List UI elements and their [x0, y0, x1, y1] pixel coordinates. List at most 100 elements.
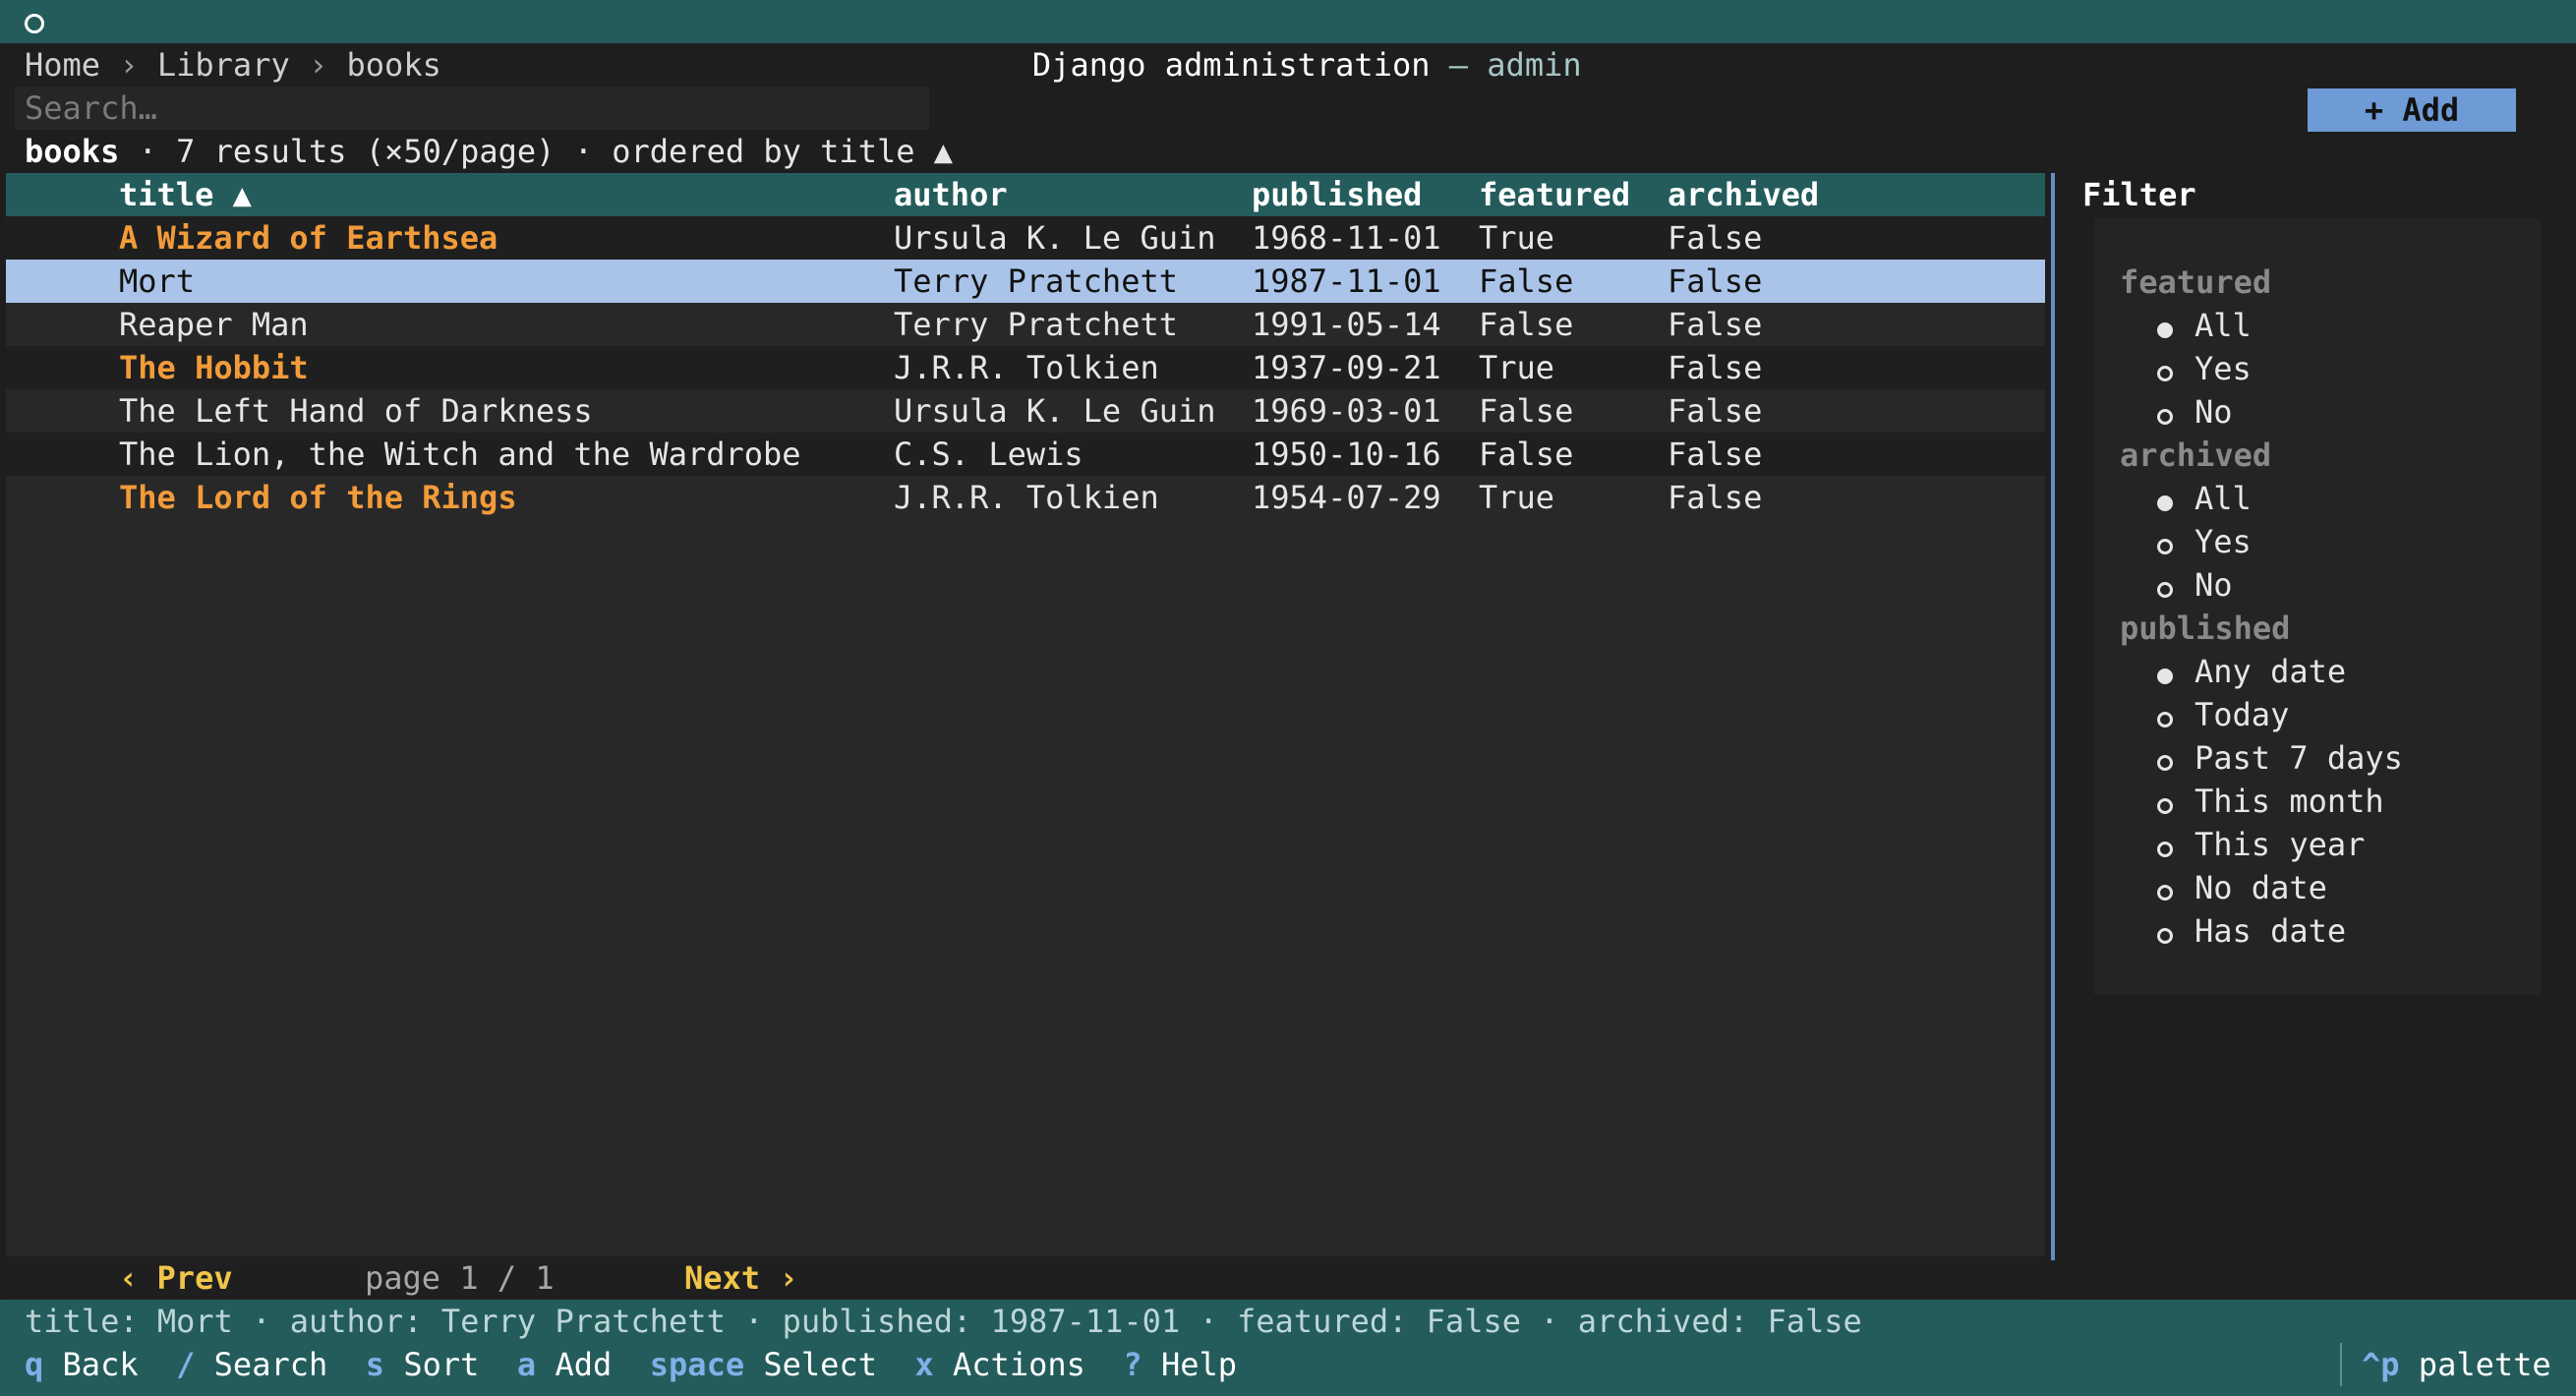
filter-option-archived-yes[interactable]: Yes — [2157, 520, 2252, 563]
results-summary: books · 7 results (×50/page) · ordered b… — [25, 130, 2576, 173]
filter-option-this-year[interactable]: This year — [2157, 823, 2365, 866]
filter-option-this-month[interactable]: This month — [2157, 780, 2384, 823]
key-add[interactable]: a Add — [517, 1346, 612, 1383]
command-palette-key[interactable]: ^p palette — [2340, 1343, 2551, 1386]
radio-icon — [2157, 539, 2173, 554]
page-number: 1 / 1 — [459, 1259, 555, 1297]
cell-author: Terry Pratchett — [894, 306, 1178, 343]
column-header-published[interactable]: published — [1252, 173, 1422, 216]
radio-icon — [2157, 366, 2173, 381]
filter-title: Filter — [2082, 176, 2196, 213]
key-back[interactable]: q Back — [25, 1346, 139, 1383]
radio-icon — [2157, 582, 2173, 598]
page-info: page 1 / 1 — [365, 1256, 555, 1300]
column-header-archived[interactable]: archived — [1668, 173, 1819, 216]
cell-archived: False — [1668, 392, 1763, 430]
option-label: Yes — [2195, 350, 2252, 387]
radio-selected-icon — [2157, 669, 2173, 684]
key-search[interactable]: / Search — [176, 1346, 327, 1383]
cell-title[interactable]: The Hobbit — [119, 346, 309, 389]
cell-author: Terry Pratchett — [894, 262, 1178, 300]
radio-icon — [2157, 712, 2173, 727]
add-button[interactable]: + Add — [2308, 88, 2516, 132]
cell-archived: False — [1668, 479, 1763, 516]
filter-option-today[interactable]: Today — [2157, 693, 2289, 736]
cell-featured: False — [1479, 392, 1574, 430]
filter-option-featured-yes[interactable]: Yes — [2157, 347, 2252, 390]
filter-option-any-date[interactable]: Any date — [2157, 650, 2346, 693]
cell-title[interactable]: The Lion, the Witch and the Wardrobe — [119, 433, 801, 476]
radio-icon — [2157, 928, 2173, 944]
cell-author: J.R.R. Tolkien — [894, 349, 1159, 386]
option-label: No date — [2195, 869, 2327, 906]
cell-published: 1968-11-01 — [1252, 219, 1441, 257]
option-label: No — [2195, 393, 2233, 431]
key-sort[interactable]: s Sort — [366, 1346, 480, 1383]
filter-option-past-7-days[interactable]: Past 7 days — [2157, 736, 2403, 780]
cell-published: 1954-07-29 — [1252, 479, 1441, 516]
cell-author: Ursula K. Le Guin — [894, 392, 1216, 430]
radio-icon — [2157, 798, 2173, 814]
key-help[interactable]: ? Help — [1123, 1346, 1237, 1383]
app-circle-icon[interactable] — [25, 14, 44, 33]
filter-option-featured-no[interactable]: No — [2157, 390, 2233, 434]
table-header: title ▲ author published featured archiv… — [6, 173, 2045, 216]
table-row[interactable]: Reaper Man Terry Pratchett 1991-05-14 Fa… — [6, 303, 2045, 346]
key-select[interactable]: space Select — [650, 1346, 877, 1383]
option-label: This year — [2195, 826, 2366, 863]
breadcrumb-separator: › — [100, 46, 157, 84]
cell-published: 1969-03-01 — [1252, 392, 1441, 430]
search-input[interactable]: Search… — [15, 87, 929, 130]
column-header-featured[interactable]: featured — [1479, 173, 1630, 216]
next-page-button[interactable]: Next › — [684, 1256, 798, 1300]
filter-option-featured-all[interactable]: All — [2157, 304, 2252, 347]
panel-divider — [2051, 173, 2055, 1260]
radio-selected-icon — [2157, 322, 2173, 338]
keybindings: q Back / Search s Sort a Add space Selec… — [25, 1343, 1237, 1386]
cell-title[interactable]: The Lord of the Rings — [119, 476, 517, 519]
title-bar: Django administration — admin — [0, 0, 2576, 84]
cell-archived: False — [1668, 219, 1763, 257]
breadcrumb-library[interactable]: Library — [157, 46, 290, 84]
option-label: Any date — [2195, 653, 2347, 690]
filter-option-archived-no[interactable]: No — [2157, 563, 2233, 607]
option-label: Today — [2195, 696, 2290, 733]
cell-title[interactable]: The Left Hand of Darkness — [119, 389, 593, 433]
cell-title[interactable]: Reaper Man — [119, 303, 309, 346]
filter-option-has-date[interactable]: Has date — [2157, 909, 2346, 953]
table-row[interactable]: The Lord of the Rings J.R.R. Tolkien 195… — [6, 476, 2045, 519]
status-line: title: Mort · author: Terry Pratchett · … — [0, 1300, 2576, 1343]
cell-archived: False — [1668, 436, 1763, 473]
radio-icon — [2157, 842, 2173, 857]
option-label: No — [2195, 566, 2233, 604]
table-row-selected[interactable]: Mort Terry Pratchett 1987-11-01 False Fa… — [6, 260, 2045, 303]
cell-published: 1991-05-14 — [1252, 306, 1441, 343]
radio-selected-icon — [2157, 495, 2173, 511]
table-row[interactable]: The Lion, the Witch and the Wardrobe C.S… — [6, 433, 2045, 476]
filter-option-archived-all[interactable]: All — [2157, 477, 2252, 520]
results-info: · 7 results (×50/page) · ordered by titl… — [119, 133, 954, 170]
breadcrumb-books: books — [346, 46, 441, 84]
cell-featured: True — [1479, 349, 1555, 386]
breadcrumb-home[interactable]: Home — [25, 46, 100, 84]
column-header-title[interactable]: title ▲ — [119, 173, 252, 216]
cell-title[interactable]: Mort — [119, 260, 195, 303]
column-header-author[interactable]: author — [894, 173, 1008, 216]
table-row[interactable]: A Wizard of Earthsea Ursula K. Le Guin 1… — [6, 216, 2045, 260]
prev-page-button[interactable]: ‹ Prev — [119, 1256, 233, 1300]
table-row[interactable]: The Hobbit J.R.R. Tolkien 1937-09-21 Tru… — [6, 346, 2045, 389]
option-label: All — [2195, 480, 2252, 517]
table-row[interactable]: The Left Hand of Darkness Ursula K. Le G… — [6, 389, 2045, 433]
option-label: This month — [2195, 783, 2384, 820]
footer-keybar: q Back / Search s Sort a Add space Selec… — [0, 1343, 2576, 1396]
breadcrumb-separator: › — [289, 46, 347, 84]
selected-record-details: title: Mort · author: Terry Pratchett · … — [25, 1303, 1862, 1340]
cell-title[interactable]: A Wizard of Earthsea — [119, 216, 498, 260]
cell-published: 1950-10-16 — [1252, 436, 1441, 473]
radio-icon — [2157, 409, 2173, 425]
cell-featured: True — [1479, 219, 1555, 257]
filter-option-no-date[interactable]: No date — [2157, 866, 2327, 909]
key-actions[interactable]: x Actions — [914, 1346, 1084, 1383]
cell-author: J.R.R. Tolkien — [894, 479, 1159, 516]
cell-archived: False — [1668, 262, 1763, 300]
